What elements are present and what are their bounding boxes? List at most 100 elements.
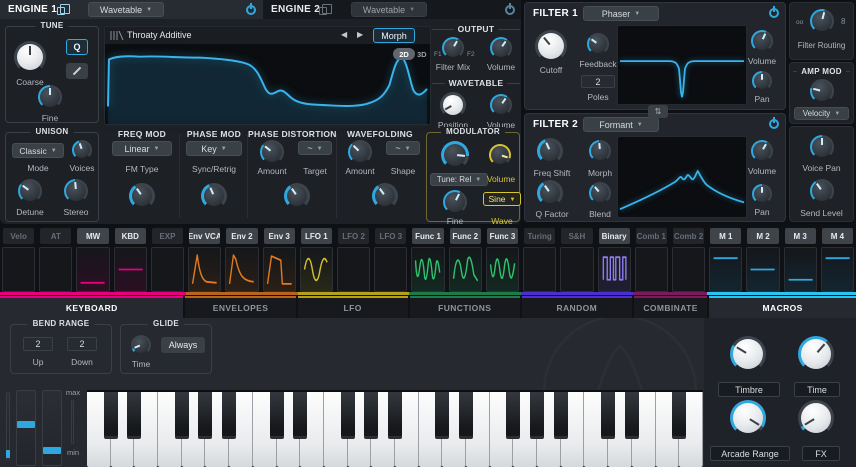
position-knob[interactable] [440, 92, 466, 118]
mod-tab-func-3[interactable]: Func 3 [487, 228, 518, 244]
mod-thumb-func-2[interactable] [449, 247, 482, 292]
piano-black-key[interactable] [364, 392, 378, 439]
phase-distortion-amount-knob[interactable] [260, 140, 284, 164]
filter2-volume-knob[interactable] [751, 140, 773, 162]
modulator-volume-knob[interactable] [489, 144, 511, 166]
piano-black-key[interactable] [625, 392, 639, 439]
mod-thumb-mw[interactable] [76, 247, 109, 292]
mod-tab-comb-1[interactable]: Comb 1 [636, 228, 667, 244]
piano-black-key[interactable] [554, 392, 568, 439]
mod-tab-func-1[interactable]: Func 1 [412, 228, 443, 244]
cutoff-knob[interactable] [535, 30, 567, 62]
phase-mod-amount-knob[interactable] [201, 183, 227, 209]
wavetable-volume-knob[interactable] [490, 94, 512, 116]
mod-thumb-comb-2[interactable] [672, 247, 705, 292]
mod-tab-comb-2[interactable]: Comb 2 [673, 228, 704, 244]
tab-functions[interactable]: FUNCTIONS [410, 296, 520, 318]
mod-thumb-comb-1[interactable] [635, 247, 668, 292]
mod-thumb-lfo-1[interactable] [300, 247, 333, 292]
mod-thumb-func-3[interactable] [486, 247, 519, 292]
modulator-wave-dropdown[interactable]: Sine▼ [483, 192, 521, 206]
mod-thumb-velo[interactable] [2, 247, 35, 292]
macro-fx-label[interactable]: FX [802, 446, 840, 461]
stereo-knob[interactable] [64, 179, 88, 203]
amp-mod-source-dropdown[interactable]: Velocity▼ [794, 107, 849, 120]
mod-thumb-m-4[interactable] [821, 247, 854, 292]
mod-thumb-exp[interactable] [151, 247, 184, 292]
mod-tab-env-2[interactable]: Env 2 [226, 228, 257, 244]
wavetable-preset-name[interactable]: Throaty Additive [127, 30, 192, 40]
mod-wheel[interactable] [42, 390, 62, 466]
bend-wheel-handle[interactable] [17, 421, 35, 428]
engine2-power-button[interactable] [505, 5, 515, 15]
tab-envelopes[interactable]: ENVELOPES [185, 296, 295, 318]
bend-up-value[interactable]: 2 [23, 337, 53, 351]
wavefolding-shape-dropdown[interactable]: ~▼ [386, 141, 420, 155]
filter1-volume-knob[interactable] [751, 30, 773, 52]
macro-timbre-label[interactable]: Timbre [718, 382, 780, 397]
prev-wavetable-arrow[interactable]: ◀ [341, 30, 347, 39]
mod-tab-s-h[interactable]: S&H [561, 228, 592, 244]
mod-tab-mw[interactable]: MW [77, 228, 108, 244]
fine-knob[interactable] [38, 85, 62, 109]
filter2-power-button[interactable] [769, 119, 779, 129]
tab-macros[interactable]: MACROS [709, 296, 856, 318]
coarse-knob[interactable] [14, 41, 46, 73]
filter1-pan-knob[interactable] [752, 71, 772, 91]
macro-arcade-range-knob[interactable] [730, 400, 766, 436]
filter2-type-dropdown[interactable]: Formant▼ [583, 117, 659, 132]
freq-shift-knob[interactable] [537, 138, 563, 164]
piano-black-key[interactable] [270, 392, 284, 439]
mod-thumb-turing[interactable] [523, 247, 556, 292]
tab-keyboard[interactable]: KEYBOARD [0, 296, 183, 318]
edit-pencil-button[interactable] [66, 63, 88, 79]
mod-thumb-binary[interactable] [598, 247, 631, 292]
mod-tab-at[interactable]: AT [40, 228, 71, 244]
mod-tab-env-3[interactable]: Env 3 [264, 228, 295, 244]
piano-black-key[interactable] [601, 392, 615, 439]
macro-fx-knob[interactable] [798, 400, 834, 436]
poles-value[interactable]: 2 [581, 75, 615, 88]
piano-black-key[interactable] [530, 392, 544, 439]
modulator-fine-knob[interactable] [443, 190, 467, 214]
engine2-type-dropdown[interactable]: Wavetable▼ [351, 2, 427, 17]
engine1-type-dropdown[interactable]: Wavetable▼ [88, 2, 164, 17]
modulator-tune-mode-dropdown[interactable]: Tune: Rel▼ [430, 173, 488, 186]
unison-mode-dropdown[interactable]: Classic▼ [12, 143, 64, 158]
filter1-power-button[interactable] [769, 8, 779, 18]
piano-black-key[interactable] [293, 392, 307, 439]
piano-black-key[interactable] [388, 392, 402, 439]
sync-retrig-dropdown[interactable]: Key▼ [186, 141, 242, 156]
tab-combinate[interactable]: COMBINATE [634, 296, 707, 318]
voices-knob[interactable] [72, 140, 92, 160]
quantize-button[interactable]: Q [66, 39, 88, 55]
wavefolding-amount-knob[interactable] [348, 140, 372, 164]
modulator-tune-knob[interactable] [441, 141, 469, 169]
piano-black-key[interactable] [198, 392, 212, 439]
glide-always-button[interactable]: Always [161, 337, 205, 353]
glide-time-knob[interactable] [131, 335, 151, 355]
mod-tab-velo[interactable]: Velo [3, 228, 34, 244]
phase-distortion-mod-knob[interactable] [284, 183, 310, 209]
morph-button[interactable]: Morph [373, 28, 415, 43]
piano-black-key[interactable] [506, 392, 520, 439]
mod-tab-m-4[interactable]: M 4 [822, 228, 853, 244]
mod-thumb-env-3[interactable] [263, 247, 296, 292]
mod-thumb-at[interactable] [39, 247, 72, 292]
piano-black-key[interactable] [341, 392, 355, 439]
mod-tab-func-2[interactable]: Func 2 [450, 228, 481, 244]
mod-thumb-s-h[interactable] [560, 247, 593, 292]
filter2-morph-knob[interactable] [589, 140, 611, 162]
mod-tab-env-vca[interactable]: Env VCA [189, 228, 220, 244]
mod-thumb-m-3[interactable] [784, 247, 817, 292]
macro-time-knob[interactable] [798, 336, 834, 372]
voice-pan-knob[interactable] [810, 135, 834, 159]
piano-black-key[interactable] [104, 392, 118, 439]
piano-black-key[interactable] [127, 392, 141, 439]
bend-wheel[interactable] [16, 390, 36, 466]
feedback-knob[interactable] [587, 33, 609, 55]
mod-thumb-env-2[interactable] [225, 247, 258, 292]
mod-thumb-kbd[interactable] [114, 247, 147, 292]
amp-mod-knob[interactable] [810, 79, 834, 103]
detune-knob[interactable] [18, 179, 42, 203]
